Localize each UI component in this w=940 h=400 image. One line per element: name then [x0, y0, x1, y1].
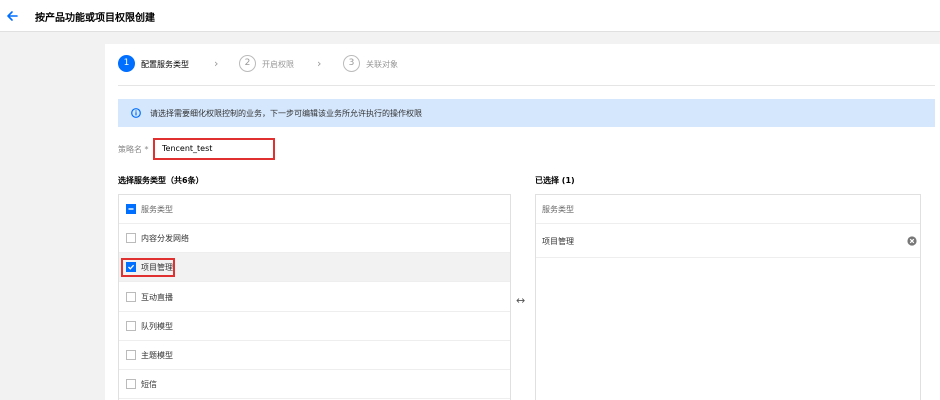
list-item[interactable]: 项目管理 [119, 253, 510, 282]
step-2-label: 开启权限 [262, 60, 294, 69]
selected-list: 服务类型 项目管理 [535, 194, 921, 400]
list-item-label: 短信 [141, 380, 157, 389]
item-checkbox[interactable] [126, 233, 136, 243]
list-item-label: 队列模型 [141, 322, 173, 331]
page-title: 按产品功能或项目权限创建 [35, 13, 155, 24]
list-item-label: 主题模型 [141, 351, 173, 360]
list-item[interactable]: 短信 [119, 370, 510, 399]
back-arrow-icon[interactable] [5, 9, 19, 23]
minus-icon [128, 208, 134, 210]
right-section-title: 已选择 (1) [535, 176, 575, 185]
list-item-label: 内容分发网络 [141, 234, 189, 243]
step-1-number: 1 [118, 55, 135, 72]
remove-icon[interactable] [907, 236, 917, 246]
swap-arrows-icon: ↔ [516, 294, 526, 307]
item-checkbox[interactable] [126, 350, 136, 360]
selected-header-row: 服务类型 [536, 195, 920, 224]
main-panel: 1 配置服务类型 › 2 开启权限 › 3 关联对象 请选择需要细化权限控制的业… [105, 44, 940, 400]
chevron-right-icon: › [214, 57, 219, 70]
notice-text: 请选择需要细化权限控制的业务，下一步可编辑该业务所允许执行的操作权限 [150, 109, 422, 118]
list-item[interactable]: 互动直播 [119, 283, 510, 312]
top-bar: 按产品功能或项目权限创建 [0, 0, 940, 32]
selected-item: 项目管理 [536, 224, 920, 258]
list-header-label: 服务类型 [141, 205, 173, 214]
step-3-label: 关联对象 [366, 60, 398, 69]
selected-header-label: 服务类型 [542, 205, 574, 214]
divider [118, 85, 935, 86]
info-notice: 请选择需要细化权限控制的业务，下一步可编辑该业务所允许执行的操作权限 [118, 99, 935, 127]
list-item[interactable]: 队列模型 [119, 312, 510, 341]
item-checkbox[interactable] [126, 292, 136, 302]
list-item-label: 项目管理 [141, 263, 173, 272]
step-2-number: 2 [239, 55, 256, 72]
policy-name-label: 策略名 * [118, 145, 149, 154]
item-checkbox[interactable] [126, 321, 136, 331]
list-item[interactable]: 主题模型 [119, 341, 510, 370]
select-all-checkbox[interactable] [126, 204, 136, 214]
info-icon [131, 108, 141, 118]
item-checkbox[interactable] [126, 379, 136, 389]
step-1-label: 配置服务类型 [141, 60, 189, 69]
list-header-row: 服务类型 [119, 195, 510, 224]
selected-item-label: 项目管理 [542, 237, 574, 246]
chevron-right-icon: › [317, 57, 322, 70]
step-3-number: 3 [343, 55, 360, 72]
left-section-title: 选择服务类型（共6条） [118, 176, 204, 185]
list-item[interactable]: 内容分发网络 [119, 224, 510, 253]
item-checkbox[interactable] [126, 262, 136, 272]
list-item-label: 互动直播 [141, 293, 173, 302]
policy-name-input[interactable]: Tencent_test [153, 138, 275, 160]
checkmark-icon [128, 264, 135, 270]
service-type-list: 服务类型 内容分发网络 项目管理 互动直播 队列模型 主题模型 短信 [118, 194, 511, 400]
